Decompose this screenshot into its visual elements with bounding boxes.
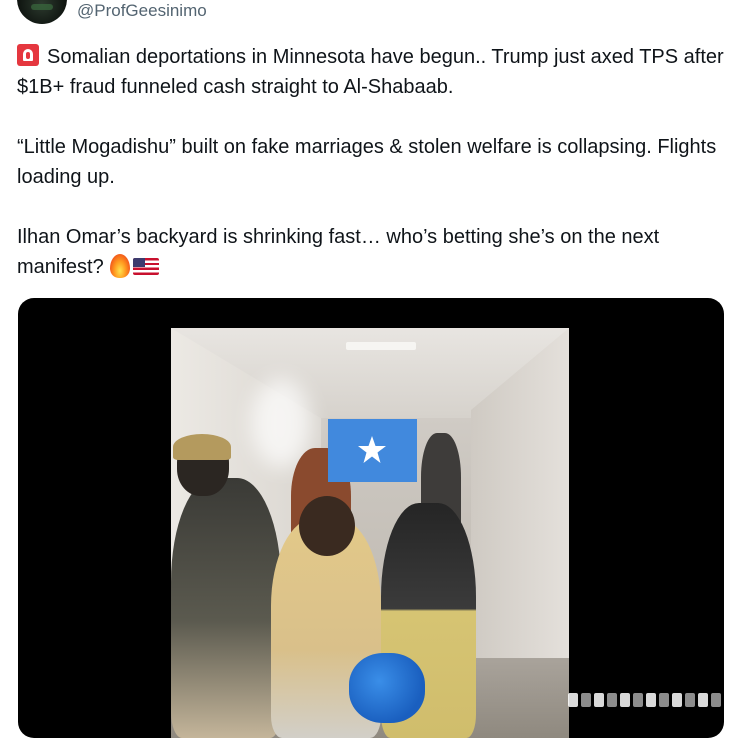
watermark-glyph (581, 693, 591, 707)
us-flag-icon (132, 258, 159, 275)
watermark-glyph (672, 693, 682, 707)
tweet-paragraph-3: Ilhan Omar’s backyard is shrinking fast…… (17, 222, 732, 282)
officer-left-cap (173, 434, 231, 460)
officer-left (171, 478, 281, 738)
watermark-glyph (620, 693, 630, 707)
watermark (568, 689, 726, 711)
video-player[interactable] (18, 298, 724, 738)
watermark-glyph (646, 693, 656, 707)
rotating-light-icon (17, 44, 39, 66)
video-frame[interactable] (171, 328, 569, 738)
tweet-paragraph-2: “Little Mogadishu” built on fake marriag… (17, 136, 722, 188)
watermark-glyph (607, 693, 617, 707)
ceiling-light (346, 342, 416, 350)
watermark-glyph (685, 693, 695, 707)
watermark-glyph (633, 693, 643, 707)
blue-bag (349, 653, 425, 723)
watermark-glyph (659, 693, 669, 707)
watermark-glyph (594, 693, 604, 707)
detained-person-head (299, 496, 355, 556)
watermark-glyph (711, 693, 721, 707)
watermark-glyph (568, 693, 578, 707)
tweet-body: Somalian deportations in Minnesota have … (17, 42, 732, 282)
fire-icon (109, 254, 130, 278)
user-handle[interactable]: @ProfGeesinimo (77, 1, 207, 21)
avatar[interactable] (17, 0, 67, 24)
tweet-paragraph-1: Somalian deportations in Minnesota have … (17, 42, 732, 102)
tweet-text-1: Somalian deportations in Minnesota have … (17, 46, 730, 98)
watermark-glyph (698, 693, 708, 707)
somalia-flag-icon (328, 419, 417, 482)
white-star-icon (358, 436, 386, 463)
